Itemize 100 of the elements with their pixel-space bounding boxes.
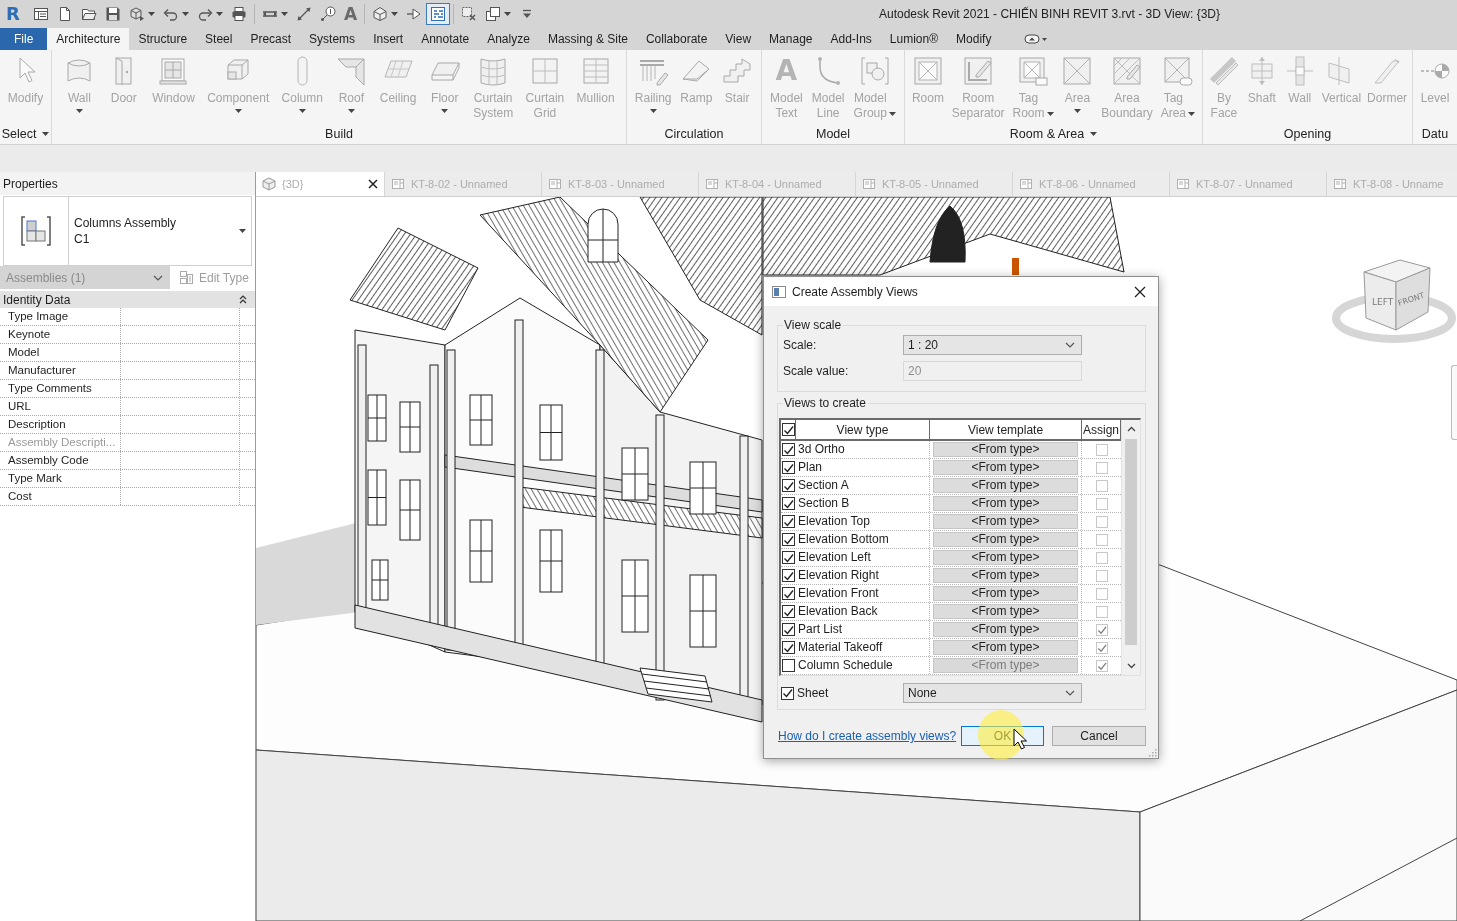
checkbox[interactable] xyxy=(781,686,794,700)
checkbox[interactable] xyxy=(782,461,795,474)
cube-face-label[interactable]: LEFT xyxy=(1372,297,1394,307)
ribbon-tab[interactable]: Annotate xyxy=(412,28,479,50)
group-label: View scale xyxy=(783,318,844,332)
assign-checkbox[interactable] xyxy=(1095,623,1108,636)
scale-dropdown[interactable]: 1 : 20 xyxy=(903,335,1082,355)
checkbox[interactable] xyxy=(782,533,795,546)
app-logo[interactable]: R xyxy=(3,3,23,25)
checkmark-icon xyxy=(1096,642,1107,653)
type-selector[interactable]: Columns Assembly C1 xyxy=(3,196,252,266)
ribbon-tab[interactable]: Steel xyxy=(196,28,242,50)
checkbox[interactable] xyxy=(782,605,795,618)
text-button[interactable]: A xyxy=(339,3,362,25)
assign-checkbox[interactable] xyxy=(1095,569,1108,582)
scrollbar[interactable] xyxy=(1121,420,1140,675)
select-all-checkbox[interactable] xyxy=(781,423,795,436)
template-button[interactable]: <From type> xyxy=(933,496,1078,511)
file-tab[interactable]: File xyxy=(0,28,48,50)
checkmark-icon xyxy=(783,462,794,473)
document-tab[interactable]: KT-8-05 - Unnamed xyxy=(856,172,1013,196)
template-button[interactable]: <From type> xyxy=(933,604,1078,619)
checkbox[interactable] xyxy=(782,443,795,456)
checkbox[interactable] xyxy=(782,623,795,636)
document-tab[interactable]: KT-8-03 - Unnamed xyxy=(542,172,699,196)
document-tab[interactable]: KT-8-08 - Unname xyxy=(1327,172,1457,196)
template-button[interactable]: <From type> xyxy=(933,460,1078,475)
document-tab[interactable]: {3D} xyxy=(256,172,385,196)
view-type-cell: Part List xyxy=(796,621,930,638)
assign-checkbox[interactable] xyxy=(1095,497,1108,510)
resize-grip-icon[interactable] xyxy=(1148,748,1157,757)
template-button[interactable]: <From type> xyxy=(933,532,1078,547)
dialog-button[interactable]: Cancel xyxy=(1052,726,1146,746)
area-icon xyxy=(1061,55,1094,87)
template-button[interactable]: <From type> xyxy=(933,514,1078,529)
checkbox[interactable] xyxy=(782,587,795,600)
template-button[interactable]: <From type> xyxy=(933,568,1078,583)
scrollbar-thumb[interactable] xyxy=(1125,439,1137,645)
ribbon-tab[interactable]: Structure xyxy=(129,28,197,50)
checkbox[interactable] xyxy=(782,659,795,672)
document-tab[interactable]: KT-8-07 - Unnamed xyxy=(1170,172,1327,196)
ribbon-tab[interactable]: Modify xyxy=(947,28,1001,50)
ribbon-tab[interactable]: Precast xyxy=(241,28,301,50)
ribbon-tab[interactable]: Architecture xyxy=(47,28,130,50)
template-button[interactable]: <From type> xyxy=(933,550,1078,565)
close-icon[interactable] xyxy=(368,179,378,189)
assign-checkbox[interactable] xyxy=(1095,461,1108,474)
ribbon-tab[interactable]: Analyze xyxy=(478,28,539,50)
checkmark-icon xyxy=(783,480,794,491)
document-tab[interactable]: KT-8-04 - Unnamed xyxy=(699,172,856,196)
close-icon xyxy=(1134,285,1146,298)
panel-toggle-icon[interactable] xyxy=(1024,33,1049,45)
group-bracket-icon xyxy=(858,55,891,87)
sheet-icon xyxy=(391,177,405,191)
template-button[interactable]: <From type> xyxy=(933,478,1078,493)
panel-title: Room & Area xyxy=(1009,126,1085,141)
assign-checkbox[interactable] xyxy=(1095,533,1108,546)
scroll-down-icon[interactable] xyxy=(1126,663,1136,669)
assign-checkbox[interactable] xyxy=(1095,659,1108,672)
checkbox[interactable] xyxy=(782,551,795,564)
collapse-icon[interactable] xyxy=(239,295,247,304)
property-name: Type Image xyxy=(0,308,121,325)
ribbon-tab[interactable]: Manage xyxy=(760,28,822,50)
sheet-icon xyxy=(548,177,562,191)
assign-checkbox[interactable] xyxy=(1095,443,1108,456)
assign-checkbox[interactable] xyxy=(1095,605,1108,618)
assign-checkbox[interactable] xyxy=(1095,641,1108,654)
assign-checkbox[interactable] xyxy=(1095,551,1108,564)
assign-checkbox[interactable] xyxy=(1095,479,1108,492)
ribbon-tab[interactable]: Add-Ins xyxy=(821,28,881,50)
document-tab[interactable]: KT-8-02 - Unnamed xyxy=(385,172,542,196)
assign-checkbox[interactable] xyxy=(1095,587,1108,600)
template-button[interactable]: <From type> xyxy=(933,442,1078,457)
ribbon-tab[interactable]: Collaborate xyxy=(636,28,717,50)
view-type-cell: 3d Ortho xyxy=(796,441,930,458)
assign-checkbox[interactable] xyxy=(1095,515,1108,528)
checkbox[interactable] xyxy=(782,515,795,528)
ribbon-tab[interactable]: Massing & Site xyxy=(538,28,637,50)
view-cube[interactable] xyxy=(1363,259,1431,331)
ribbon-tab[interactable]: Insert xyxy=(364,28,413,50)
template-button[interactable]: <From type> xyxy=(933,640,1078,655)
ribbon-tab[interactable]: Systems xyxy=(300,28,365,50)
scroll-up-icon[interactable] xyxy=(1126,426,1136,432)
template-button[interactable]: <From type> xyxy=(933,586,1078,601)
checkbox[interactable] xyxy=(782,569,795,582)
dialog-button[interactable]: OK xyxy=(961,726,1044,746)
ribbon-tab[interactable]: Lumion® xyxy=(880,28,948,50)
folder-icon xyxy=(80,6,97,22)
sheet-dropdown[interactable]: None xyxy=(903,683,1082,703)
panel-title: Properties xyxy=(0,172,255,195)
thin-lines-button[interactable] xyxy=(426,3,451,25)
checkbox[interactable] xyxy=(782,479,795,492)
field-label: Scale value: xyxy=(783,364,850,378)
document-tab[interactable]: KT-8-06 - Unnamed xyxy=(1013,172,1170,196)
help-link[interactable]: How do I create assembly views? xyxy=(778,729,957,743)
ribbon-tab[interactable]: View xyxy=(716,28,761,50)
checkbox[interactable] xyxy=(782,641,795,654)
checkbox[interactable] xyxy=(782,497,795,510)
template-button[interactable]: <From type> xyxy=(933,622,1078,637)
group-header[interactable]: Identity Data xyxy=(0,291,255,308)
